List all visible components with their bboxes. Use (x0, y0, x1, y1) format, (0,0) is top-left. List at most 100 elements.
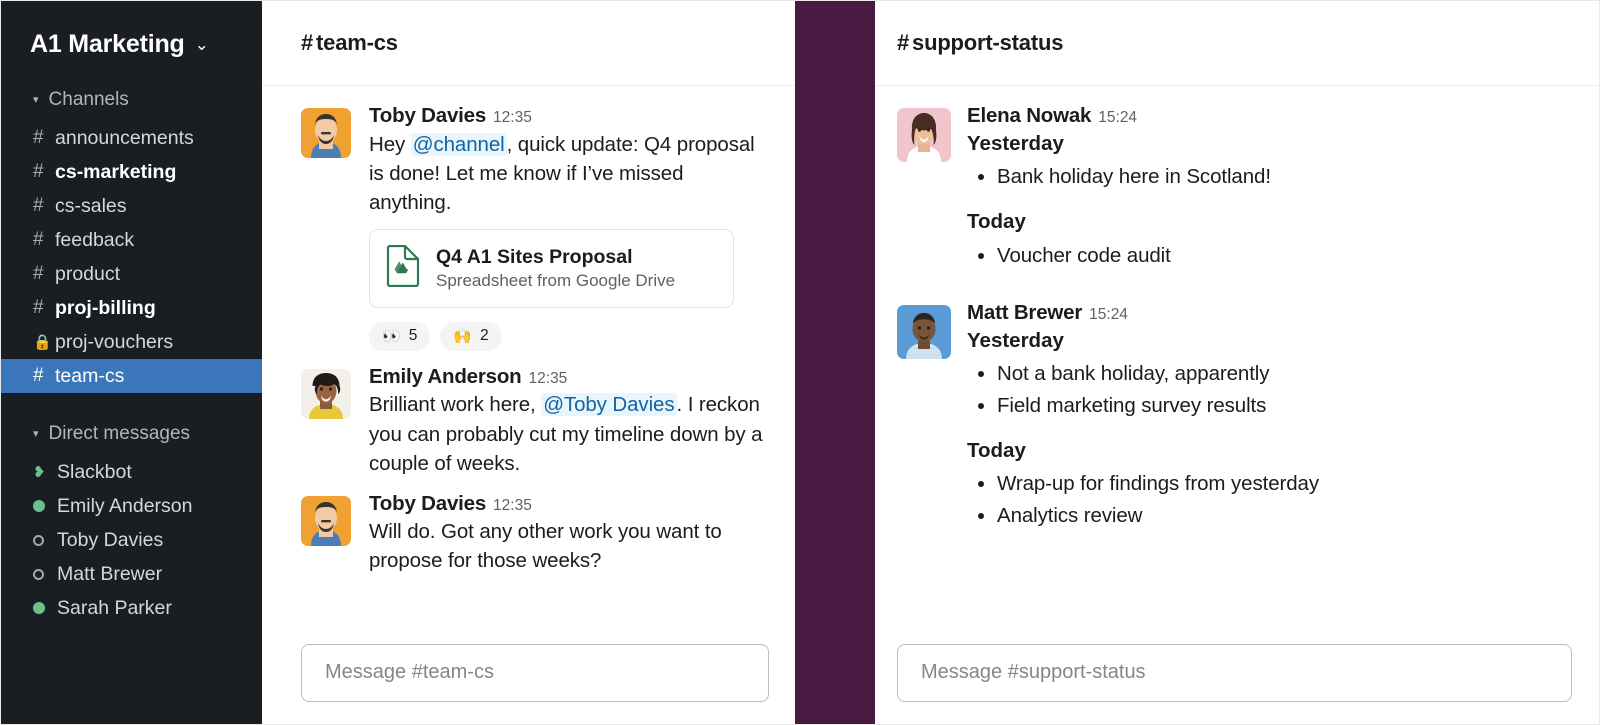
status-group-heading: Yesterday (967, 328, 1064, 352)
channel-label: cs-marketing (55, 160, 177, 183)
message-author[interactable]: Emily Anderson (369, 365, 522, 388)
eyes-reaction[interactable]: 👀 5 (369, 321, 431, 351)
dm-label: Emily Anderson (57, 494, 193, 517)
message-text-part: Hey (369, 132, 411, 156)
list-item: Analytics review (997, 500, 1572, 531)
presence-online-icon (33, 602, 57, 614)
dm-label: Matt Brewer (57, 562, 163, 585)
mention-user[interactable]: @Toby Davies (541, 393, 677, 417)
dm-label: Slackbot (57, 460, 132, 483)
reaction-list: 👀 5 🙌 2 (369, 321, 769, 351)
attachment-subtitle: Spreadsheet from Google Drive (436, 270, 676, 290)
channels-section-header[interactable]: ▾ Channels (0, 89, 262, 111)
sidebar-item-sarah-parker[interactable]: Sarah Parker (0, 591, 262, 625)
avatar[interactable] (301, 495, 351, 546)
message-body: Toby Davies 12:35 Will do. Got any other … (369, 492, 769, 576)
message-list: Toby Davies 12:35 Hey @channel, quick upd… (262, 86, 795, 576)
message-text: Hey @channel, quick update: Q4 proposal … (369, 130, 769, 217)
status-group-items: Not a bank holiday, apparently Field mar… (967, 358, 1572, 420)
triangle-down-icon[interactable]: ▾ (33, 94, 39, 106)
dms-section-header[interactable]: ▾ Direct messages (0, 423, 262, 445)
channel-list: # announcements # cs-marketing # cs-sale… (0, 121, 262, 393)
attachment-title[interactable]: Q4 A1 Sites Proposal (436, 246, 675, 269)
sidebar-item-toby-davies[interactable]: Toby Davies (0, 523, 262, 557)
message-item: Toby Davies 12:35 Hey @channel, quick upd… (301, 104, 769, 351)
avatar[interactable] (301, 368, 351, 419)
sidebar-item-slackbot[interactable]: ❥ Slackbot (0, 455, 262, 489)
message-header: Matt Brewer 15:24 (967, 301, 1572, 325)
avatar[interactable] (897, 108, 951, 162)
chevron-down-icon[interactable]: ⌄ (195, 35, 209, 55)
message-text-part: Will do. Got any other work you want to … (369, 520, 722, 573)
message-list: Elena Nowak 15:24 Yesterday Bank holiday … (875, 86, 1600, 531)
reaction-count: 2 (480, 327, 489, 345)
channel-header: # team-cs (262, 0, 795, 86)
message-author[interactable]: Toby Davies (369, 492, 486, 515)
avatar[interactable] (301, 108, 351, 158)
workspace-switcher[interactable]: A1 Marketing ⌄ (0, 0, 262, 59)
status-group-heading: Today (967, 438, 1026, 462)
reaction-count: 5 (408, 327, 418, 345)
slack-window: A1 Marketing ⌄ ▾ Channels # announcement… (0, 0, 1600, 725)
google-drive-file-icon (386, 244, 420, 292)
message-author[interactable]: Elena Nowak (967, 104, 1091, 127)
status-group-heading: Yesterday (967, 131, 1064, 155)
message-timestamp: 12:35 (528, 369, 568, 387)
channel-title: team-cs (316, 29, 398, 55)
message-input[interactable]: Message #support-status (897, 643, 1572, 702)
message-author[interactable]: Toby Davies (369, 104, 486, 127)
sidebar-item-cs-marketing[interactable]: # cs-marketing (0, 155, 262, 189)
channels-section-label: Channels (48, 89, 129, 110)
hash-icon: # (897, 29, 910, 55)
hash-icon: # (301, 29, 314, 55)
purple-divider-strip (795, 0, 875, 725)
hash-icon: # (33, 365, 44, 386)
sidebar-item-matt-brewer[interactable]: Matt Brewer (0, 557, 262, 591)
sidebar-item-emily-anderson[interactable]: Emily Anderson (0, 489, 262, 523)
channel-label: product (55, 262, 121, 285)
message-item: Elena Nowak 15:24 Yesterday Bank holiday … (897, 104, 1572, 271)
channel-label: cs-sales (55, 194, 127, 217)
list-item: Not a bank holiday, apparently (997, 358, 1572, 389)
list-item: Wrap-up for findings from yesterday (997, 468, 1572, 499)
channel-title: support-status (912, 29, 1064, 55)
message-text-part: Brilliant work here, (369, 393, 542, 417)
presence-offline-icon (33, 568, 57, 580)
composer: Message #team-cs (301, 620, 769, 725)
dm-label: Sarah Parker (57, 596, 172, 619)
heart-icon: ❥ (33, 463, 46, 481)
avatar[interactable] (897, 305, 951, 360)
mention-channel[interactable]: @channel (410, 132, 507, 156)
presence-offline-icon (33, 534, 57, 546)
file-attachment[interactable]: Q4 A1 Sites Proposal Spreadsheet from Go… (369, 228, 734, 308)
hash-icon: # (33, 263, 44, 284)
sidebar-item-team-cs[interactable]: # team-cs (0, 359, 262, 393)
message-header: Emily Anderson 12:35 (369, 365, 769, 389)
list-item: Voucher code audit (997, 240, 1572, 271)
triangle-down-icon[interactable]: ▾ (33, 428, 39, 440)
message-input[interactable]: Message #team-cs (301, 643, 769, 702)
hash-icon: # (33, 195, 44, 216)
message-author[interactable]: Matt Brewer (967, 301, 1082, 324)
workspace-name: A1 Marketing (30, 30, 185, 58)
sidebar-item-proj-vouchers[interactable]: 🔒 proj-vouchers (0, 325, 262, 359)
list-item: Field marketing survey results (997, 390, 1572, 421)
raised-hands-reaction[interactable]: 🙌 2 (440, 321, 502, 351)
composer: Message #support-status (897, 620, 1572, 725)
hash-icon: # (33, 161, 44, 182)
channel-panel-team-cs: # team-cs Toby Davies 12:35 Hey @channel… (262, 0, 795, 725)
sidebar-item-product[interactable]: # product (0, 257, 262, 291)
raised-hands-icon: 🙌 (453, 327, 472, 345)
sidebar-item-feedback[interactable]: # feedback (0, 223, 262, 257)
status-group-heading: Today (967, 210, 1026, 234)
attachment-meta: Q4 A1 Sites Proposal Spreadsheet from Go… (436, 246, 675, 291)
dm-list: ❥ Slackbot Emily Anderson Toby Davies Ma… (0, 455, 262, 625)
sidebar-item-proj-billing[interactable]: # proj-billing (0, 291, 262, 325)
sidebar-item-cs-sales[interactable]: # cs-sales (0, 189, 262, 223)
channel-label: announcements (55, 126, 194, 149)
channel-header: # support-status (875, 0, 1600, 86)
message-body: Elena Nowak 15:24 Yesterday Bank holiday … (967, 104, 1572, 271)
message-timestamp: 12:35 (493, 496, 532, 514)
hash-icon: # (33, 297, 44, 318)
sidebar-item-announcements[interactable]: # announcements (0, 121, 262, 155)
